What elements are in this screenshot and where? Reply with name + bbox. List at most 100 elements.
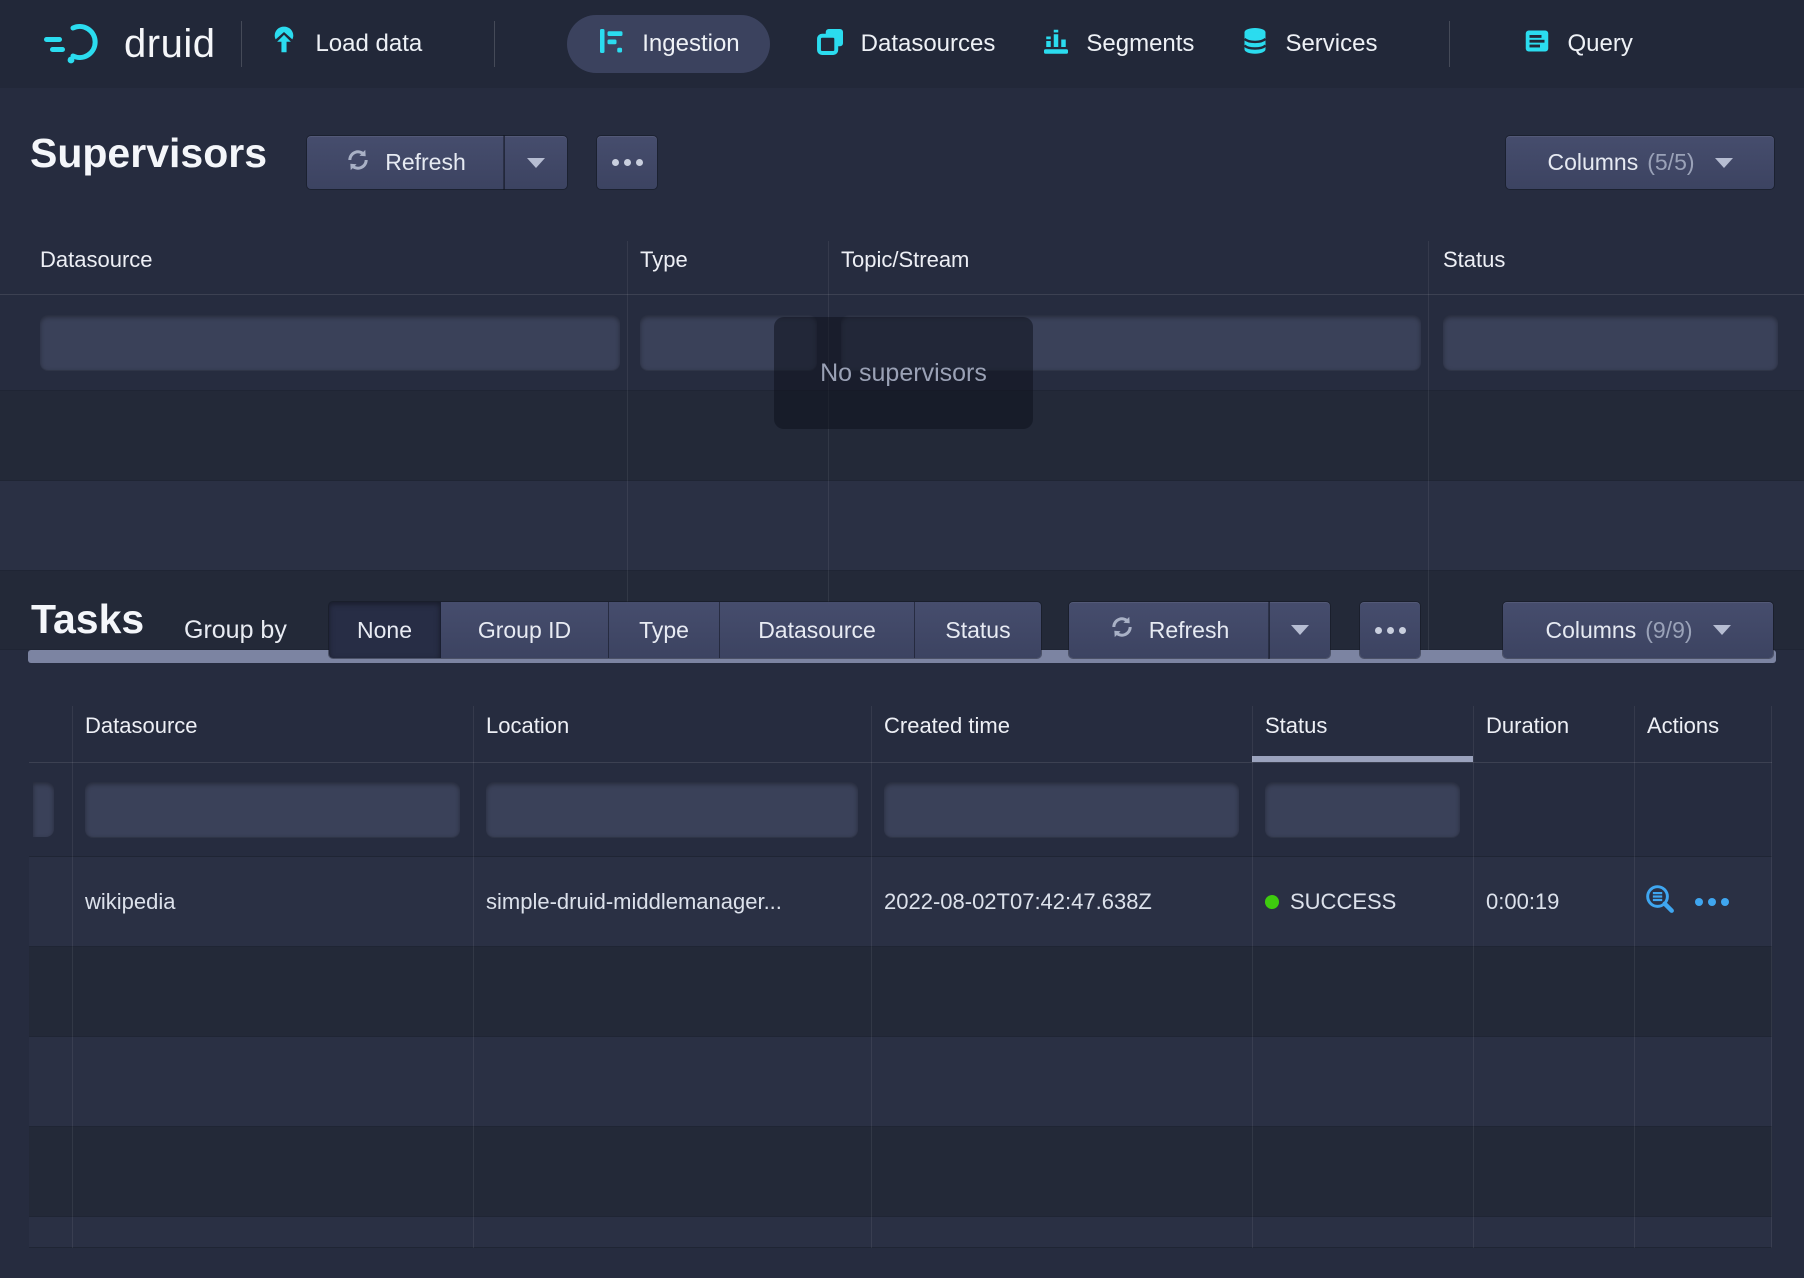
column-divider — [473, 706, 474, 1248]
nav-label: Ingestion — [642, 30, 739, 58]
task-actions-cell — [1634, 857, 1772, 946]
tasks-location-filter-input[interactable] — [486, 782, 858, 837]
task-location-cell: simple-druid-middlemanager... — [473, 857, 871, 946]
tasks-table: Datasource Location Created time Status … — [29, 690, 1772, 1248]
nav-load-data[interactable]: Load data — [268, 25, 422, 64]
group-by-type-button[interactable]: Type — [609, 602, 720, 658]
nav-services[interactable]: Services — [1240, 26, 1377, 63]
task-duration-cell: 0:00:19 — [1473, 857, 1634, 946]
column-divider — [1252, 706, 1253, 1248]
refresh-label: Refresh — [385, 149, 466, 176]
tasks-filter-row — [29, 763, 1772, 857]
task-row[interactable]: wikipedia simple-druid-middlemanager... … — [29, 857, 1772, 947]
nav-label: Query — [1567, 30, 1632, 58]
task-status-cell: SUCCESS — [1252, 857, 1473, 946]
druid-console: druid Load data — [0, 0, 1804, 1278]
nav-query[interactable]: Query — [1522, 26, 1632, 63]
tasks-datasource-filter-input[interactable] — [85, 782, 460, 837]
gutter-header — [29, 690, 72, 762]
supervisors-status-filter-input[interactable] — [1443, 315, 1778, 370]
column-header-datasource[interactable]: Datasource — [0, 225, 627, 294]
supervisors-columns-button[interactable]: Columns (5/5) — [1506, 136, 1774, 189]
column-header-duration[interactable]: Duration — [1473, 690, 1634, 762]
chevron-down-icon — [1713, 625, 1731, 635]
refresh-label: Refresh — [1149, 617, 1230, 644]
column-header-status[interactable]: Status — [1428, 225, 1804, 294]
group-by-label: Group by — [184, 616, 287, 645]
column-divider — [1771, 706, 1772, 1248]
nav-items: Load data Ingestion — [268, 15, 1632, 73]
column-divider — [72, 706, 73, 1248]
columns-label: Columns — [1547, 149, 1638, 176]
tasks-refresh-caret-button[interactable] — [1269, 602, 1330, 658]
empty-row — [29, 1037, 1772, 1127]
supervisors-datasource-filter-input[interactable] — [40, 315, 620, 370]
tasks-refresh-button[interactable]: Refresh — [1069, 602, 1269, 658]
chevron-down-icon — [1291, 625, 1309, 635]
tasks-more-button[interactable] — [1360, 602, 1420, 658]
supervisors-refresh-button[interactable]: Refresh — [307, 136, 504, 189]
tasks-refresh-split: Refresh — [1069, 602, 1330, 658]
nav-label: Segments — [1086, 30, 1194, 58]
status-text: SUCCESS — [1290, 889, 1396, 915]
column-header-location[interactable]: Location — [473, 690, 871, 762]
column-header-status[interactable]: Status — [1252, 690, 1473, 762]
column-header-topic-stream[interactable]: Topic/Stream — [828, 225, 1428, 294]
column-divider — [871, 706, 872, 1248]
column-divider — [1473, 706, 1474, 1248]
columns-count: (5/5) — [1647, 149, 1694, 176]
group-by-datasource-button[interactable]: Datasource — [720, 602, 915, 658]
column-header-actions[interactable]: Actions — [1634, 690, 1772, 762]
top-nav: druid Load data — [0, 0, 1804, 88]
columns-label: Columns — [1545, 617, 1636, 644]
column-header-type[interactable]: Type — [627, 225, 828, 294]
nav-divider — [241, 21, 242, 67]
clipped-filter-input[interactable] — [33, 782, 54, 837]
refresh-icon — [1109, 614, 1135, 646]
tasks-columns-button[interactable]: Columns (9/9) — [1503, 602, 1773, 658]
refresh-icon — [345, 147, 371, 179]
group-by-status-button[interactable]: Status — [915, 602, 1041, 658]
supervisors-header-row: Datasource Type Topic/Stream Status — [0, 225, 1804, 295]
supervisors-refresh-caret-button[interactable] — [504, 136, 567, 189]
columns-count: (9/9) — [1645, 617, 1692, 644]
nav-datasources[interactable]: Datasources — [816, 26, 996, 63]
brand-name: druid — [124, 22, 215, 67]
nav-label: Load data — [315, 30, 422, 58]
segments-icon — [1041, 26, 1071, 63]
magnify-details-icon[interactable] — [1644, 883, 1676, 921]
nav-divider — [494, 21, 495, 67]
supervisors-table: Datasource Type Topic/Stream Status — [0, 225, 1804, 650]
task-created-time-cell: 2022-08-02T07:42:47.638Z — [871, 857, 1252, 946]
upload-icon — [268, 25, 300, 64]
supervisors-refresh-split: Refresh — [307, 136, 567, 189]
chevron-down-icon — [527, 158, 545, 168]
tasks-status-filter-input[interactable] — [1265, 782, 1460, 837]
sort-indicator — [1252, 756, 1473, 762]
column-header-created-time[interactable]: Created time — [871, 690, 1252, 762]
column-header-datasource[interactable]: Datasource — [72, 690, 473, 762]
gutter-cell — [29, 857, 72, 946]
nav-ingestion[interactable]: Ingestion — [567, 15, 769, 73]
nav-label: Services — [1285, 30, 1377, 58]
empty-row — [0, 481, 1804, 571]
tasks-header-row: Datasource Location Created time Status … — [29, 690, 1772, 763]
nav-segments[interactable]: Segments — [1041, 26, 1194, 63]
supervisors-more-button[interactable] — [597, 136, 657, 189]
ingestion-icon — [597, 26, 627, 63]
group-by-group-id-button[interactable]: Group ID — [441, 602, 609, 658]
datasources-icon — [816, 26, 846, 63]
druid-logo-icon — [40, 17, 112, 72]
tasks-title: Tasks — [31, 596, 144, 643]
brand[interactable]: druid — [40, 17, 215, 72]
supervisors-title: Supervisors — [30, 130, 267, 177]
column-divider — [1634, 706, 1635, 1248]
query-icon — [1522, 26, 1552, 63]
more-actions-icon[interactable] — [1695, 898, 1729, 906]
empty-row — [29, 1127, 1772, 1217]
task-datasource-cell: wikipedia — [72, 857, 473, 946]
tasks-created-time-filter-input[interactable] — [884, 782, 1239, 837]
more-icon — [612, 159, 643, 166]
group-by-none-button[interactable]: None — [329, 602, 441, 658]
no-supervisors-overlay: No supervisors — [774, 317, 1033, 429]
